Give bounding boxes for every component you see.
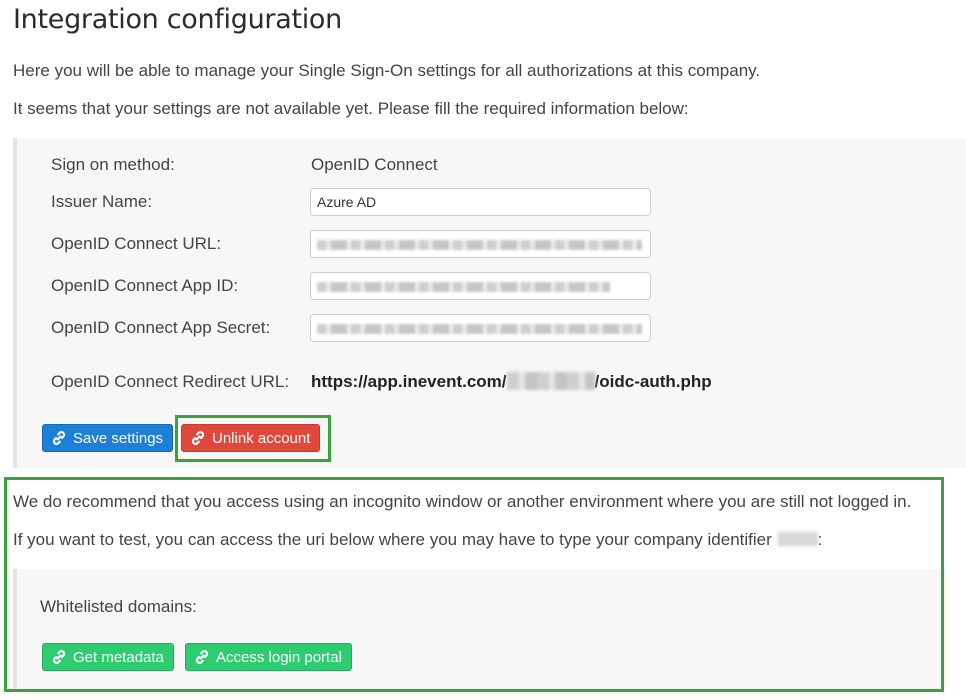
connect-url-input[interactable]	[310, 230, 651, 258]
app-id-label: OpenID Connect App ID:	[51, 276, 239, 295]
link-icon	[52, 431, 66, 445]
sign-on-method-label: Sign on method:	[51, 155, 175, 174]
app-secret-label: OpenID Connect App Secret:	[51, 318, 271, 337]
save-settings-button[interactable]: Save settings	[42, 424, 174, 452]
issuer-name-input[interactable]	[310, 188, 651, 216]
issuer-name-label: Issuer Name:	[51, 192, 153, 211]
get-metadata-label: Get metadata	[73, 648, 164, 666]
save-settings-label: Save settings	[73, 429, 164, 447]
whitelisted-domains-label: Whitelisted domains:	[40, 597, 197, 616]
redacted-value	[317, 240, 642, 250]
redirect-url-prefix: https://app.inevent.com/	[311, 372, 507, 391]
app-id-input[interactable]	[310, 272, 651, 300]
intro-text: Here you will be able to manage your Sin…	[13, 61, 761, 80]
redirect-url-label: OpenID Connect Redirect URL:	[51, 372, 290, 391]
redacted-value	[777, 532, 818, 546]
redacted-value	[506, 372, 595, 390]
unlink-account-label: Unlink account	[212, 429, 311, 447]
incognito-recommendation: We do recommend that you access using an…	[13, 492, 912, 511]
get-metadata-button[interactable]: Get metadata	[42, 643, 174, 671]
link-icon	[52, 650, 66, 664]
unlink-account-button[interactable]: Unlink account	[181, 424, 321, 452]
redirect-url-value: https://app.inevent.com/ /oidc-auth.php	[311, 372, 712, 392]
test-instructions-colon: :	[817, 530, 823, 549]
redacted-value	[317, 324, 642, 334]
settings-unavailable-text: It seems that your settings are not avai…	[13, 99, 689, 118]
redirect-url-suffix: /oidc-auth.php	[594, 372, 712, 391]
test-instructions-text: If you want to test, you can access the …	[13, 530, 772, 549]
redacted-value	[317, 282, 610, 292]
link-icon	[191, 431, 205, 445]
connect-url-label: OpenID Connect URL:	[51, 234, 222, 253]
access-login-portal-button[interactable]: Access login portal	[185, 643, 352, 671]
link-icon	[195, 650, 209, 664]
access-login-portal-label: Access login portal	[216, 648, 342, 666]
sign-on-method-value: OpenID Connect	[311, 155, 438, 174]
page-title: Integration configuration	[13, 4, 342, 35]
test-instructions: If you want to test, you can access the …	[13, 530, 823, 550]
app-secret-input[interactable]	[310, 314, 651, 342]
